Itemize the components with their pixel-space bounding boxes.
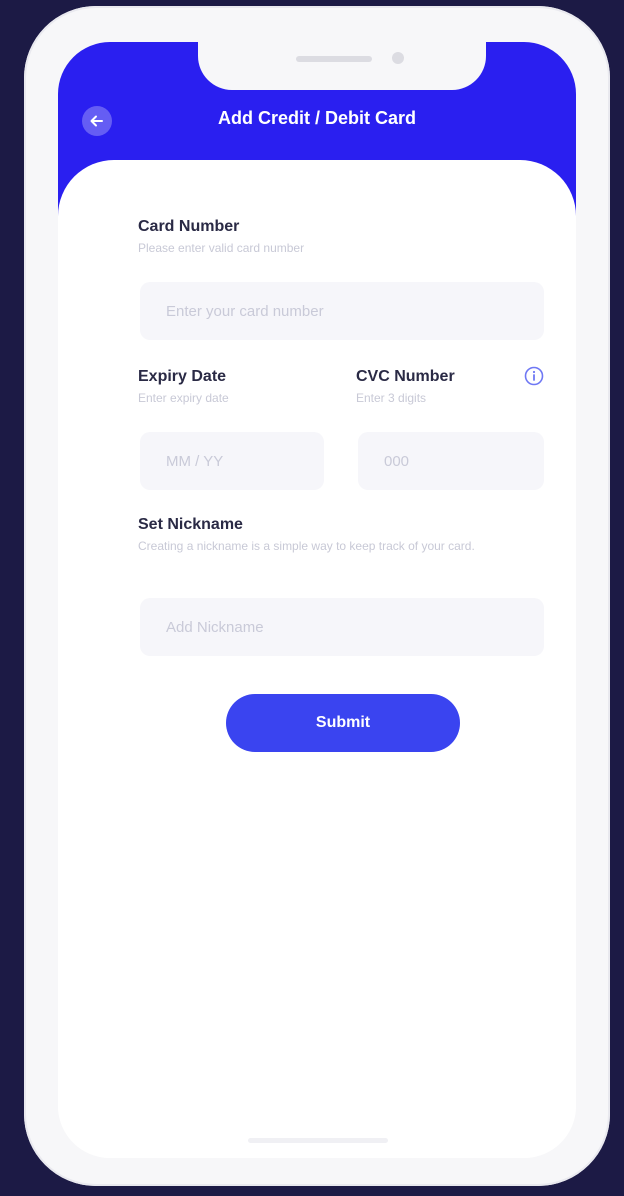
expiry-date-hint: Enter expiry date — [138, 391, 229, 405]
nickname-hint: Creating a nickname is a simple way to k… — [138, 539, 475, 553]
cvc-number-label: CVC Number — [356, 368, 455, 385]
card-number-label: Card Number — [138, 218, 240, 235]
home-indicator — [248, 1138, 388, 1143]
front-camera — [392, 52, 404, 64]
info-icon[interactable] — [524, 366, 544, 386]
expiry-date-input[interactable] — [140, 432, 324, 490]
cvc-number-input[interactable] — [358, 432, 544, 490]
submit-button[interactable]: Submit — [226, 694, 460, 752]
cvc-number-hint: Enter 3 digits — [356, 391, 427, 405]
card-number-hint: Please enter valid card number — [138, 241, 305, 255]
nickname-input[interactable] — [140, 598, 544, 656]
nickname-label: Set Nickname — [138, 516, 243, 533]
phone-notch — [198, 42, 486, 90]
app-screen: Add Credit / Debit Card Card Number Plea… — [58, 42, 576, 1158]
phone-frame: Add Credit / Debit Card Card Number Plea… — [24, 6, 610, 1186]
expiry-date-label: Expiry Date — [138, 368, 227, 385]
page-title: Add Credit / Debit Card — [217, 108, 416, 128]
card-number-input[interactable] — [140, 282, 544, 340]
speaker-grille — [296, 56, 372, 62]
